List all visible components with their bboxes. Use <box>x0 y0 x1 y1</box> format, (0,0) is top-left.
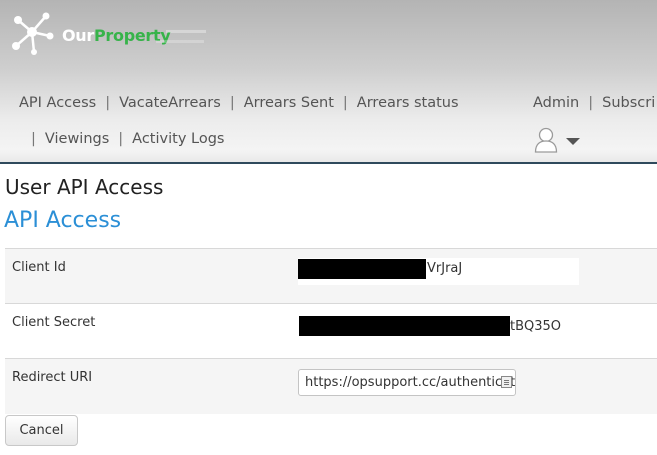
main-nav-row-1: API Access | VacateArrears | Arrears Sent | Ar… <box>19 95 459 111</box>
logo-tagline <box>156 40 204 43</box>
nav-admin[interactable]: Admin <box>533 95 579 111</box>
autofill-icon[interactable] <box>501 376 512 388</box>
redirect-uri-input[interactable]: https://opsupport.cc/authenticate <box>298 369 516 396</box>
client-id-value: VrJraJ <box>298 258 579 285</box>
client-id-label: Client Id <box>12 260 66 275</box>
logo[interactable]: OurProperty <box>6 6 226 62</box>
nav-separator: | <box>31 131 36 147</box>
client-secret-value: tBQ35O <box>299 314 599 338</box>
logo-text: OurProperty <box>62 26 171 45</box>
nav-arrears-status[interactable]: Arrears status <box>357 95 459 111</box>
nav-separator: | <box>229 95 235 111</box>
nav-separator: | <box>342 95 348 111</box>
redaction-bar <box>299 316 510 336</box>
section-title: API Access <box>4 208 122 233</box>
client-secret-visible-suffix: tBQ35O <box>510 319 562 334</box>
client-secret-row: Client Secret tBQ35O <box>5 303 657 358</box>
nav-activity-logs[interactable]: Activity Logs <box>132 131 224 147</box>
client-id-row: Client Id VrJraJ <box>5 248 657 303</box>
api-access-table: Client Id VrJraJ Client Secret tBQ35O Re… <box>5 248 657 414</box>
nav-api-access[interactable]: API Access <box>19 95 96 111</box>
main-nav-row-2: | Viewings | Activity Logs <box>31 131 224 147</box>
nav-arrears-sent[interactable]: Arrears Sent <box>244 95 334 111</box>
nav-separator: | <box>588 95 594 111</box>
nav-subscription[interactable]: Subscri <box>602 95 655 111</box>
chevron-down-icon <box>566 138 580 145</box>
client-id-visible-suffix: VrJraJ <box>427 261 463 276</box>
network-logo-icon <box>12 12 54 55</box>
client-secret-label: Client Secret <box>12 315 96 330</box>
redaction-bar <box>298 259 426 279</box>
user-icon <box>534 127 558 153</box>
user-menu[interactable] <box>534 127 584 155</box>
nav-separator: | <box>105 95 111 111</box>
admin-nav: Admin | Subscri <box>533 95 655 111</box>
page-title: User API Access <box>5 175 164 199</box>
nav-vacate-arrears[interactable]: VacateArrears <box>119 95 221 111</box>
nav-viewings[interactable]: Viewings <box>45 131 109 147</box>
header-divider <box>0 162 657 164</box>
nav-separator: | <box>118 131 124 147</box>
logo-text-part1: Our <box>62 26 94 45</box>
redirect-uri-label: Redirect URI <box>12 370 93 385</box>
logo-tagline <box>166 30 206 33</box>
redirect-uri-row: Redirect URI https://opsupport.cc/authen… <box>5 358 657 414</box>
site-header: OurProperty API Access | VacateArrears | Arr… <box>0 0 657 162</box>
cancel-button[interactable]: Cancel <box>5 415 78 446</box>
